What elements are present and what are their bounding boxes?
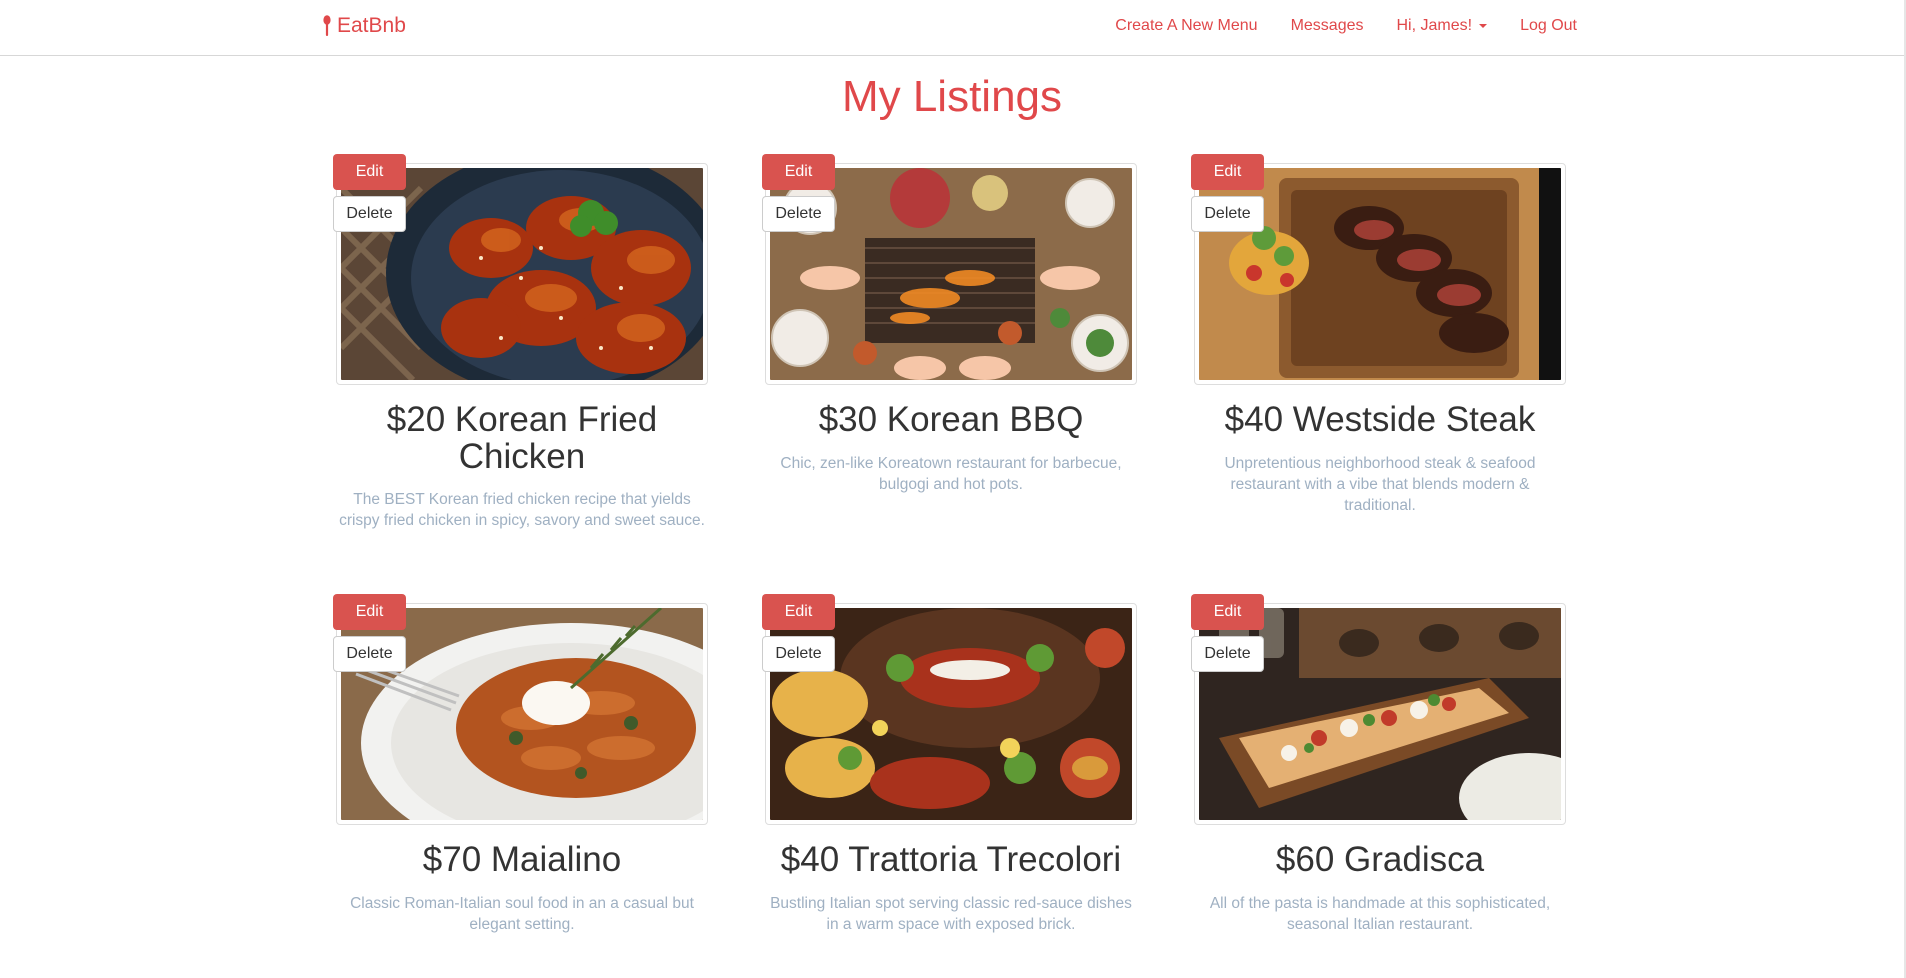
page-title: My Listings	[841, 72, 1063, 121]
listing-description: Classic Roman-Italian soul food in an a …	[350, 895, 694, 933]
edit-button[interactable]: Edit	[762, 154, 835, 190]
delete-button[interactable]: Delete	[333, 196, 406, 232]
user-menu-dropdown[interactable]: Hi, James!	[1396, 17, 1488, 35]
edit-button[interactable]: Edit	[1191, 594, 1264, 630]
delete-button[interactable]: Delete	[1191, 636, 1264, 672]
delete-button[interactable]: Delete	[1191, 196, 1264, 232]
edit-button[interactable]: Edit	[1191, 154, 1264, 190]
create-menu-link[interactable]: Create A New Menu	[1115, 17, 1257, 35]
listing-description: All of the pasta is handmade at this sop…	[1209, 895, 1551, 933]
brand-link[interactable]: EatBnb	[322, 14, 406, 38]
user-menu-label: Hi, James!	[1396, 17, 1473, 34]
delete-button[interactable]: Delete	[762, 196, 835, 232]
listing-description: Bustling Italian spot serving classic re…	[770, 895, 1132, 933]
listing-title: $60 Gradisca	[1275, 840, 1485, 879]
spoon-icon	[322, 15, 332, 37]
listing-title: $40 Trattoria Trecolori	[780, 840, 1122, 879]
logout-link[interactable]: Log Out	[1520, 17, 1577, 35]
listing-title: $20 Korean Fried Chicken	[386, 400, 658, 476]
delete-button[interactable]: Delete	[333, 636, 406, 672]
listing-title: $70 Maialino	[422, 840, 622, 879]
edit-button[interactable]: Edit	[333, 154, 406, 190]
edit-button[interactable]: Edit	[762, 594, 835, 630]
listing-title: $30 Korean BBQ	[818, 400, 1084, 439]
edit-button[interactable]: Edit	[333, 594, 406, 630]
messages-link[interactable]: Messages	[1291, 17, 1364, 35]
nav-links: Create A New Menu Messages Hi, James! Lo…	[1115, 17, 1577, 35]
listing-title: $40 Westside Steak	[1224, 400, 1536, 439]
listing-description: Chic, zen-like Koreatown restaurant for …	[780, 455, 1122, 493]
listing-description: Unpretentious neighborhood steak & seafo…	[1224, 455, 1536, 514]
listing-description: The BEST Korean fried chicken recipe tha…	[339, 491, 705, 529]
navbar: EatBnb Create A New Menu Messages Hi, Ja…	[0, 0, 1904, 56]
brand-label: EatBnb	[337, 14, 406, 37]
caret-down-icon	[1479, 23, 1488, 28]
page: EatBnb Create A New Menu Messages Hi, Ja…	[0, 0, 1906, 978]
delete-button[interactable]: Delete	[762, 636, 835, 672]
